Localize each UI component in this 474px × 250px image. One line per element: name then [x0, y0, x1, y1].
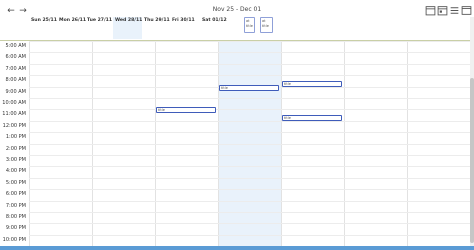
- hour-line: [29, 166, 470, 168]
- allday-event[interactable]: at title: [244, 17, 255, 33]
- hour-line: [29, 52, 470, 54]
- hour-line: [29, 200, 470, 202]
- time-label: 5:00 AM: [5, 43, 26, 49]
- day-header[interactable]: Sat 01/12: [200, 17, 227, 39]
- scrollbar-thumb[interactable]: [470, 78, 474, 243]
- hour-line: [29, 223, 470, 225]
- hour-line: [29, 98, 470, 99]
- time-label: 3:00 PM: [5, 157, 26, 163]
- hour-line: [29, 189, 470, 191]
- day-header[interactable]: Thu 29/11: [142, 17, 170, 39]
- time-label: 10:00 PM: [2, 236, 26, 243]
- hour-line: [29, 75, 470, 77]
- event[interactable]: title: [282, 115, 342, 121]
- day-header[interactable]: Tue 27/11: [85, 17, 113, 39]
- hour-line: [29, 120, 470, 122]
- event[interactable]: title: [219, 85, 279, 91]
- day-column[interactable]: [155, 41, 218, 250]
- day-header[interactable]: Mon 26/11: [57, 17, 86, 39]
- hour-line: [29, 143, 470, 145]
- time-label: 12:00 PM: [2, 122, 26, 129]
- day-column[interactable]: [407, 41, 470, 250]
- day-column[interactable]: [92, 41, 155, 250]
- event[interactable]: title: [282, 81, 342, 87]
- time-label: 6:00 AM: [5, 54, 26, 61]
- time-label: 4:00 PM: [5, 168, 26, 175]
- hour-line: [29, 155, 470, 156]
- day-header-today[interactable]: Wed 28/11: [113, 17, 142, 39]
- time-label: 9:00 PM: [5, 225, 26, 232]
- time-label: 5:00 PM: [5, 179, 26, 186]
- period-title: Nov 25 - Dec 01: [212, 6, 262, 13]
- time-label: 7:00 PM: [5, 202, 26, 209]
- taskbar-strip: [0, 246, 474, 250]
- day-column[interactable]: [281, 41, 344, 250]
- time-grid[interactable]: 5:00 AM 6:00 AM 7:00 AM 8:00 AM 9:00 AM 10:00…: [0, 41, 470, 250]
- hour-line: [29, 41, 470, 42]
- time-label: 11:00 AM: [2, 111, 26, 118]
- time-label: 7:00 AM: [5, 65, 26, 72]
- calendar-alt-icon[interactable]: [437, 5, 448, 16]
- day-header[interactable]: Fri 30/11: [170, 17, 200, 39]
- day-column-today[interactable]: [218, 41, 281, 250]
- day-column[interactable]: [29, 41, 92, 250]
- day-header-row: Sun 25/11 Mon 26/11 Tue 27/11 Wed 28/11 …: [0, 17, 470, 41]
- time-label: 2:00 PM: [5, 145, 26, 152]
- hour-line: [29, 109, 470, 111]
- hour-line: [29, 234, 470, 236]
- calendar-icon[interactable]: [425, 5, 436, 16]
- time-label: 10:00 AM: [2, 100, 26, 106]
- hour-line: [29, 63, 470, 65]
- hour-line: [29, 132, 470, 134]
- allday-event[interactable]: at title: [260, 17, 273, 33]
- day-column[interactable]: [344, 41, 407, 250]
- day-header[interactable]: Sun 25/11: [29, 17, 57, 39]
- hour-line: [29, 177, 470, 179]
- window-icon[interactable]: [461, 5, 472, 16]
- event[interactable]: title: [156, 107, 216, 113]
- time-label: 6:00 PM: [5, 191, 26, 198]
- time-label: 1:00 PM: [5, 134, 26, 141]
- time-label: 9:00 AM: [5, 88, 26, 95]
- hour-line: [29, 212, 470, 213]
- menu-icon[interactable]: [449, 5, 460, 16]
- time-label: 8:00 PM: [5, 214, 26, 220]
- time-label: 8:00 AM: [5, 77, 26, 84]
